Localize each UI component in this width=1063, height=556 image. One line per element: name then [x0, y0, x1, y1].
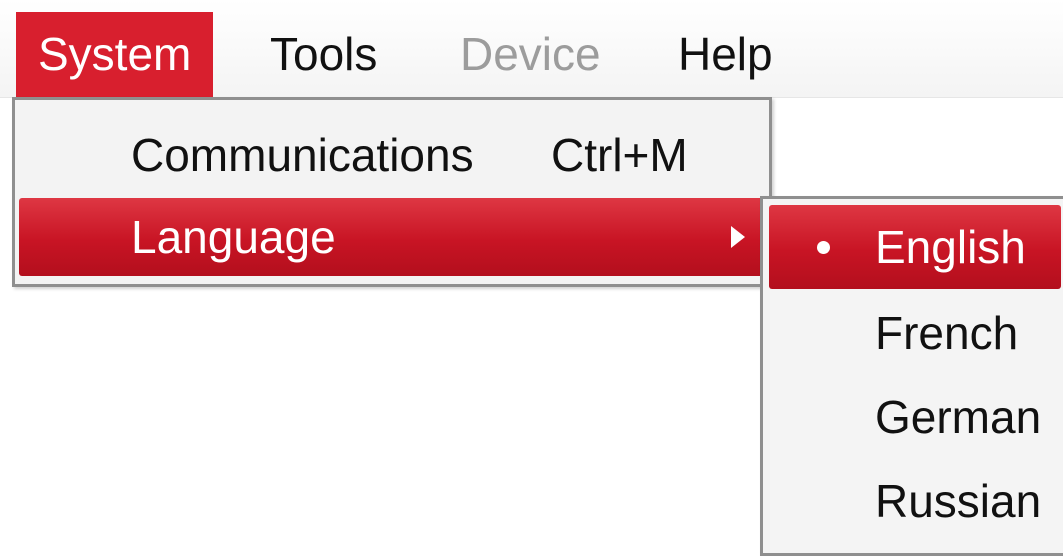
bullet-icon — [817, 241, 830, 254]
menu-help[interactable]: Help — [664, 12, 787, 97]
menu-device: Device — [446, 12, 615, 97]
language-item-french[interactable]: French — [769, 291, 1061, 375]
language-submenu: English French German Russian — [760, 196, 1063, 556]
menu-bar: System Tools Device Help — [0, 0, 1063, 98]
menu-device-label: Device — [460, 28, 601, 80]
language-item-english[interactable]: English — [769, 205, 1061, 289]
menu-system-label: System — [38, 28, 192, 80]
menu-tools[interactable]: Tools — [256, 12, 391, 97]
menu-item-language-label: Language — [131, 211, 336, 263]
language-item-german[interactable]: German — [769, 375, 1061, 459]
menu-item-language[interactable]: Language — [19, 198, 765, 276]
language-item-german-label: German — [875, 391, 1042, 443]
menu-item-communications-shortcut: Ctrl+M — [551, 129, 688, 181]
menu-tools-label: Tools — [270, 28, 378, 80]
menu-help-label: Help — [678, 28, 773, 80]
background-panel — [772, 118, 1063, 198]
menu-item-communications[interactable]: Communications Ctrl+M — [19, 112, 765, 198]
language-item-english-label: English — [875, 221, 1026, 273]
system-dropdown: Communications Ctrl+M Language — [12, 97, 772, 287]
language-item-russian[interactable]: Russian — [769, 459, 1061, 543]
menu-item-communications-label: Communications — [131, 129, 474, 181]
language-item-russian-label: Russian — [875, 475, 1042, 527]
language-item-french-label: French — [875, 307, 1019, 359]
submenu-arrow-icon — [731, 226, 745, 248]
menu-system[interactable]: System — [16, 12, 214, 97]
